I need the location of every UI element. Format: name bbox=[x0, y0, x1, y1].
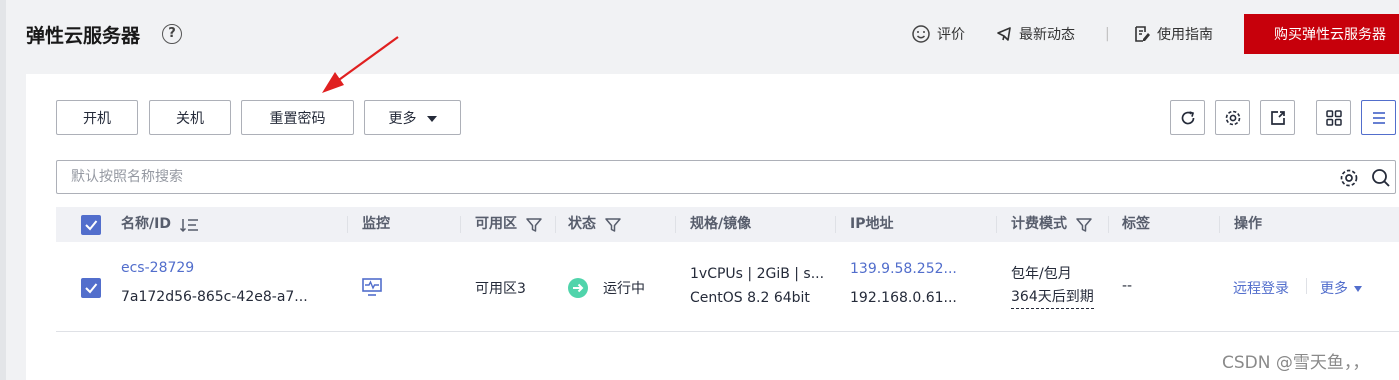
status-value: 运行中 bbox=[603, 281, 645, 297]
column-billing-label: 计费模式 bbox=[1011, 216, 1067, 232]
column-actions: 操作 bbox=[1234, 207, 1262, 242]
row-checkbox[interactable] bbox=[81, 278, 101, 298]
column-divider bbox=[347, 216, 348, 233]
column-divider bbox=[460, 216, 461, 233]
caret-down-icon bbox=[1354, 286, 1362, 292]
check-icon bbox=[85, 220, 98, 231]
left-edge bbox=[0, 0, 6, 380]
guide-label: 使用指南 bbox=[1157, 27, 1213, 43]
reset-password-button[interactable]: 重置密码 bbox=[241, 100, 354, 135]
running-status-icon bbox=[568, 278, 588, 298]
refresh-icon bbox=[1181, 110, 1194, 124]
smiley-icon bbox=[912, 25, 930, 43]
table-row: ecs-28729 7a172d56-865c-42e8-a7... 可用区3 … bbox=[56, 243, 1399, 332]
column-billing[interactable]: 计费模式 bbox=[1011, 207, 1093, 242]
rate-label: 评价 bbox=[937, 27, 965, 43]
column-divider bbox=[835, 216, 836, 233]
row-more-dropdown[interactable]: 更多 bbox=[1320, 278, 1362, 298]
column-spec: 规格/镜像 bbox=[690, 207, 751, 242]
monitor-icon[interactable] bbox=[361, 277, 383, 297]
tags-value: -- bbox=[1122, 278, 1133, 294]
start-button[interactable]: 开机 bbox=[56, 100, 138, 135]
column-tags: 标签 bbox=[1122, 207, 1150, 242]
column-tags-label: 标签 bbox=[1122, 216, 1150, 232]
search-box bbox=[56, 160, 1396, 194]
column-status[interactable]: 状态 bbox=[568, 207, 622, 242]
instance-id: 7a172d56-865c-42e8-a7... bbox=[121, 289, 308, 305]
column-status-label: 状态 bbox=[568, 216, 596, 232]
billing-mode-value: 包年/包月 bbox=[1011, 266, 1072, 282]
column-name-label: 名称/ID bbox=[121, 216, 171, 232]
column-ip: IP地址 bbox=[850, 207, 893, 242]
sort-icon[interactable] bbox=[179, 217, 199, 233]
refresh-button[interactable] bbox=[1170, 100, 1205, 135]
list-view-button[interactable] bbox=[1361, 100, 1396, 135]
header-separator: | bbox=[1105, 26, 1110, 42]
settings-button[interactable] bbox=[1215, 100, 1250, 135]
action-separator bbox=[1306, 278, 1307, 294]
check-icon bbox=[85, 283, 98, 294]
search-input[interactable] bbox=[71, 161, 1271, 193]
megaphone-icon bbox=[997, 27, 1011, 41]
filter-icon[interactable] bbox=[525, 216, 543, 234]
public-ip-link[interactable]: 139.9.58.252... bbox=[850, 261, 957, 277]
column-divider bbox=[1108, 216, 1109, 233]
column-zone-label: 可用区 bbox=[475, 216, 517, 232]
document-edit-icon bbox=[1135, 26, 1150, 42]
column-name[interactable]: 名称/ID bbox=[121, 207, 199, 242]
news-label: 最新动态 bbox=[1019, 27, 1075, 43]
remote-login-link[interactable]: 远程登录 bbox=[1233, 278, 1289, 298]
list-view-icon bbox=[1372, 111, 1385, 124]
guide-link[interactable]: 使用指南 bbox=[1133, 24, 1213, 44]
help-icon[interactable]: ? bbox=[162, 24, 182, 44]
private-ip-value: 192.168.0.61... bbox=[850, 290, 957, 306]
more-actions-dropdown[interactable]: 更多 bbox=[364, 100, 461, 135]
filter-icon[interactable] bbox=[604, 216, 622, 234]
caret-down-icon bbox=[426, 115, 437, 122]
page-title: 弹性云服务器 bbox=[26, 25, 141, 47]
search-icon[interactable] bbox=[1370, 167, 1392, 189]
buy-ecs-button[interactable]: 购买弹性云服务器 bbox=[1244, 14, 1399, 54]
table-header: 名称/ID 监控 可用区 状态 规格/镜像 IP地址 计费模式 标签 操作 bbox=[56, 207, 1399, 242]
export-icon bbox=[1270, 110, 1285, 125]
column-divider bbox=[555, 216, 556, 233]
grid-view-icon bbox=[1325, 109, 1342, 126]
grid-view-button[interactable] bbox=[1316, 100, 1351, 135]
column-monitor: 监控 bbox=[362, 207, 390, 242]
filter-icon[interactable] bbox=[1075, 216, 1093, 234]
select-all-checkbox[interactable] bbox=[81, 215, 101, 235]
column-ip-label: IP地址 bbox=[850, 216, 894, 232]
export-button[interactable] bbox=[1260, 100, 1295, 135]
news-link[interactable]: 最新动态 bbox=[995, 24, 1075, 44]
row-more-label: 更多 bbox=[1320, 281, 1348, 297]
column-zone[interactable]: 可用区 bbox=[475, 207, 543, 242]
column-divider bbox=[996, 216, 997, 233]
image-value: CentOS 8.2 64bit bbox=[690, 290, 810, 306]
more-actions-label: 更多 bbox=[388, 110, 417, 127]
column-divider bbox=[675, 216, 676, 233]
instance-name-link[interactable]: ecs-28729 bbox=[121, 260, 194, 276]
search-settings-icon[interactable] bbox=[1338, 167, 1360, 189]
gear-icon bbox=[1225, 110, 1240, 125]
watermark: CSDN @雪天鱼，， bbox=[1222, 353, 1370, 373]
column-spec-label: 规格/镜像 bbox=[690, 216, 752, 232]
spec-value: 1vCPUs | 2GiB | s... bbox=[690, 266, 825, 282]
column-actions-label: 操作 bbox=[1234, 216, 1262, 232]
column-divider bbox=[1219, 216, 1220, 233]
stop-button[interactable]: 关机 bbox=[149, 100, 231, 135]
zone-value: 可用区3 bbox=[475, 281, 526, 297]
rate-link[interactable]: 评价 bbox=[911, 24, 965, 44]
expiry-value[interactable]: 364天后到期 bbox=[1011, 286, 1094, 309]
column-monitor-label: 监控 bbox=[362, 216, 390, 232]
